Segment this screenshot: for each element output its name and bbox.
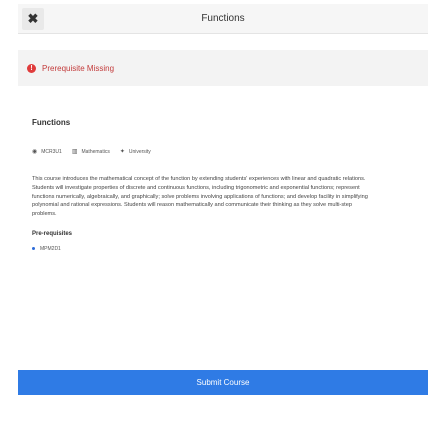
chart-bar-icon: ▥ — [71, 149, 78, 155]
course-description: This course introduces the mathematical … — [32, 176, 368, 218]
bullet-icon — [32, 247, 35, 251]
modal-title: Functions — [201, 13, 245, 24]
meta-level: ✦ University — [119, 148, 151, 156]
alert-text: Prerequisite Missing — [42, 63, 115, 73]
course-level: University — [128, 148, 151, 155]
prerequisites-list: MPM2D1 — [32, 246, 392, 252]
graduation-icon: ✦ — [119, 149, 125, 155]
prerequisites-title: Pre-requisites — [32, 230, 73, 237]
course-subject: Mathematics — [81, 148, 110, 155]
prerequisite-code: MPM2D1 — [40, 245, 61, 252]
alert-circle-icon: ! — [27, 63, 36, 73]
modal-header: ✖ Functions — [18, 4, 428, 34]
submit-course-button[interactable]: Submit Course — [18, 370, 428, 395]
course-title: Functions — [32, 118, 71, 127]
target-icon: ◉ — [32, 149, 38, 155]
meta-subject: ▥ Mathematics — [71, 148, 110, 156]
prerequisite-item: MPM2D1 — [32, 246, 392, 252]
course-code: MCR3U1 — [41, 148, 62, 155]
course-details: Functions ◉ MCR3U1 ▥ Mathematics ✦ Unive… — [32, 118, 392, 252]
meta-course-code: ◉ MCR3U1 — [32, 148, 62, 156]
course-meta: ◉ MCR3U1 ▥ Mathematics ✦ University — [32, 148, 392, 156]
prerequisite-alert: ! Prerequisite Missing — [18, 50, 428, 86]
